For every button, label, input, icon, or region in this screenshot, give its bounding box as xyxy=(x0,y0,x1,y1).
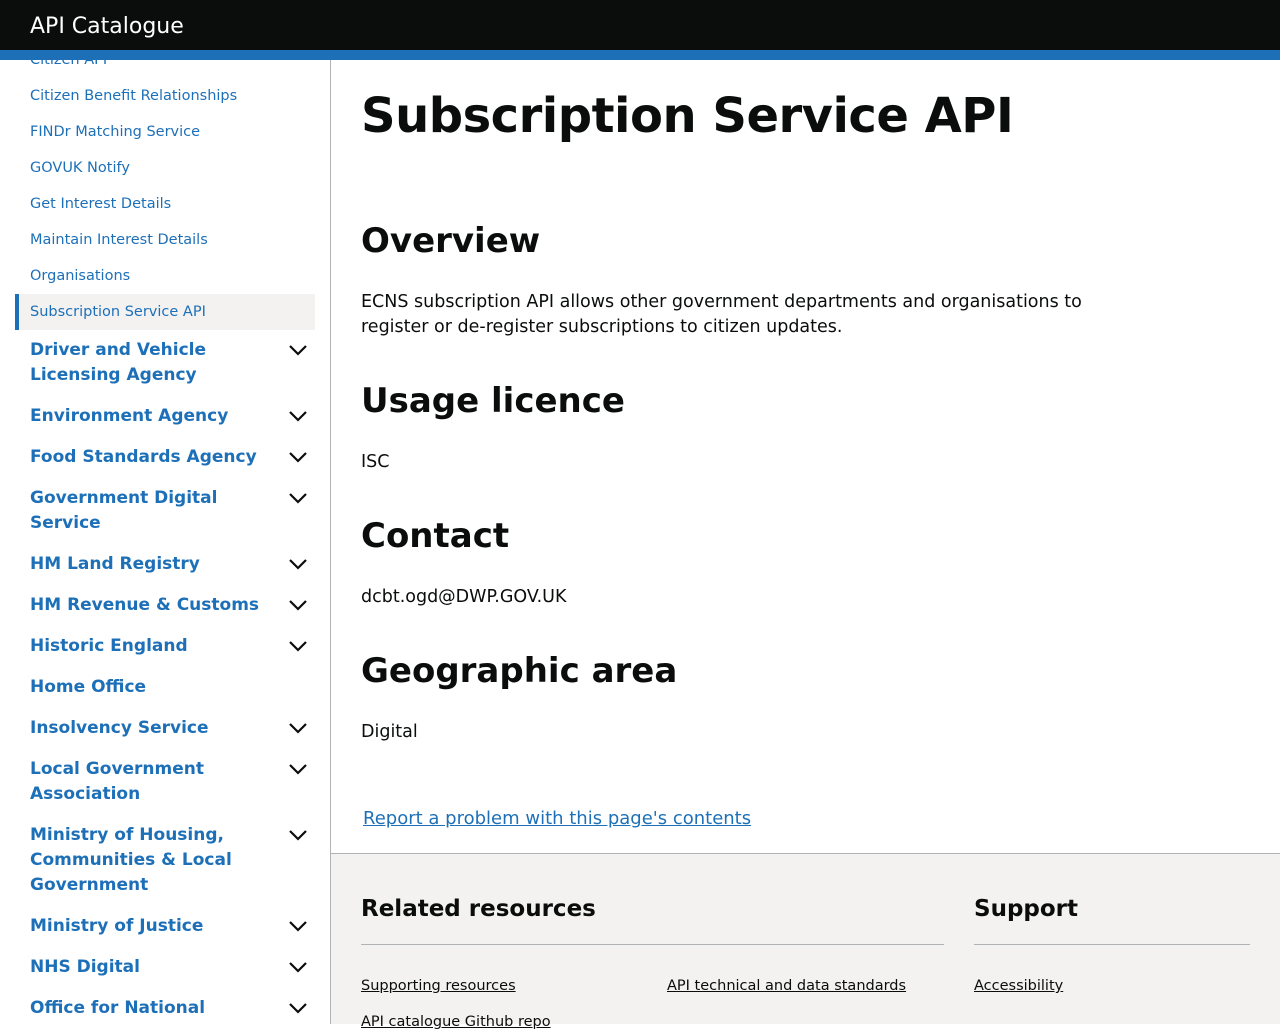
report-problem-link[interactable]: Report a problem with this page's conten… xyxy=(363,806,751,832)
chevron-down-icon[interactable] xyxy=(288,557,308,571)
section-heading-usage-licence: Usage licence xyxy=(361,381,625,421)
section-text-geographic-area: Digital xyxy=(361,722,418,742)
chevron-down-icon[interactable] xyxy=(288,1001,308,1015)
main-content: Subscription Service API Overview ECNS s… xyxy=(331,60,1280,854)
footer-heading-related-resources: Related resources xyxy=(361,896,596,922)
section-heading-contact: Contact xyxy=(361,516,510,556)
sidebar-subitem-findr-matching-service[interactable]: FINDr Matching Service xyxy=(30,122,200,142)
chevron-down-icon[interactable] xyxy=(288,450,308,464)
section-text-contact: dcbt.ogd@DWP.GOV.UK xyxy=(361,587,567,607)
site-footer: Related resources Support Supporting res… xyxy=(331,853,1280,1030)
sidebar-item-lga[interactable]: Local Government Association xyxy=(30,757,280,807)
sidebar-subitem-active[interactable]: Subscription Service API xyxy=(15,294,315,330)
sidebar-item-environment-agency[interactable]: Environment Agency xyxy=(30,404,280,429)
footer-divider xyxy=(361,944,944,945)
sidebar-item-nhs-digital[interactable]: NHS Digital xyxy=(30,955,280,980)
chevron-down-icon[interactable] xyxy=(288,343,308,357)
chevron-down-icon[interactable] xyxy=(288,721,308,735)
sidebar-item-historic-england[interactable]: Historic England xyxy=(30,634,280,659)
page-title: Subscription Service API xyxy=(361,88,1014,144)
footer-link-github-repo[interactable]: API catalogue Github repo xyxy=(361,1012,551,1032)
chevron-down-icon[interactable] xyxy=(288,960,308,974)
section-text-overview: ECNS subscription API allows other gover… xyxy=(361,292,1082,337)
sidebar-subitem-organisations[interactable]: Organisations xyxy=(30,266,130,286)
footer-link-api-standards[interactable]: API technical and data standards xyxy=(667,976,906,996)
sidebar-subitem-subscription-service-api[interactable]: Subscription Service API xyxy=(30,302,206,322)
header-accent-bar xyxy=(0,50,1280,60)
sidebar-item-dvla[interactable]: Driver and Vehicle Licensing Agency xyxy=(30,338,280,388)
site-header: API Catalogue xyxy=(0,0,1280,50)
site-title-link[interactable]: API Catalogue xyxy=(30,13,184,41)
chevron-down-icon[interactable] xyxy=(288,919,308,933)
sidebar-item-insolvency-service[interactable]: Insolvency Service xyxy=(30,716,280,741)
sidebar-subitem-get-interest-details[interactable]: Get Interest Details xyxy=(30,194,171,214)
sidebar-subitem-maintain-interest-details[interactable]: Maintain Interest Details xyxy=(30,230,208,250)
footer-divider xyxy=(974,944,1250,945)
sidebar-item-mhclg[interactable]: Ministry of Housing, Communities & Local… xyxy=(30,823,280,898)
section-heading-geographic-area: Geographic area xyxy=(361,651,678,691)
sidebar-subitem-govuk-notify[interactable]: GOVUK Notify xyxy=(30,158,130,178)
footer-link-accessibility[interactable]: Accessibility xyxy=(974,976,1063,996)
sidebar-item-gds[interactable]: Government Digital Service xyxy=(30,486,280,536)
sidebar-item-hm-land-registry[interactable]: HM Land Registry xyxy=(30,552,280,577)
sidebar-subitem-citizen-benefit-relationships[interactable]: Citizen Benefit Relationships xyxy=(30,86,237,106)
sidebar-nav[interactable]: Citizen API Citizen Benefit Relationship… xyxy=(0,60,330,1024)
footer-heading-support: Support xyxy=(974,896,1079,922)
chevron-down-icon[interactable] xyxy=(288,409,308,423)
footer-link-supporting-resources[interactable]: Supporting resources xyxy=(361,976,516,996)
section-heading-overview: Overview xyxy=(361,221,541,261)
chevron-down-icon[interactable] xyxy=(288,491,308,505)
chevron-down-icon[interactable] xyxy=(288,828,308,842)
sidebar-item-office-for-national[interactable]: Office for National xyxy=(30,996,280,1021)
chevron-down-icon[interactable] xyxy=(288,762,308,776)
sidebar-item-home-office[interactable]: Home Office xyxy=(30,675,280,700)
sidebar-item-hmrc[interactable]: HM Revenue & Customs xyxy=(30,593,280,618)
sidebar-item-ministry-of-justice[interactable]: Ministry of Justice xyxy=(30,914,280,939)
chevron-down-icon[interactable] xyxy=(288,598,308,612)
chevron-down-icon[interactable] xyxy=(288,639,308,653)
sidebar-item-food-standards-agency[interactable]: Food Standards Agency xyxy=(30,445,280,470)
sidebar-subitem-citizen-api[interactable]: Citizen API xyxy=(30,60,107,70)
section-text-usage-licence: ISC xyxy=(361,452,390,472)
